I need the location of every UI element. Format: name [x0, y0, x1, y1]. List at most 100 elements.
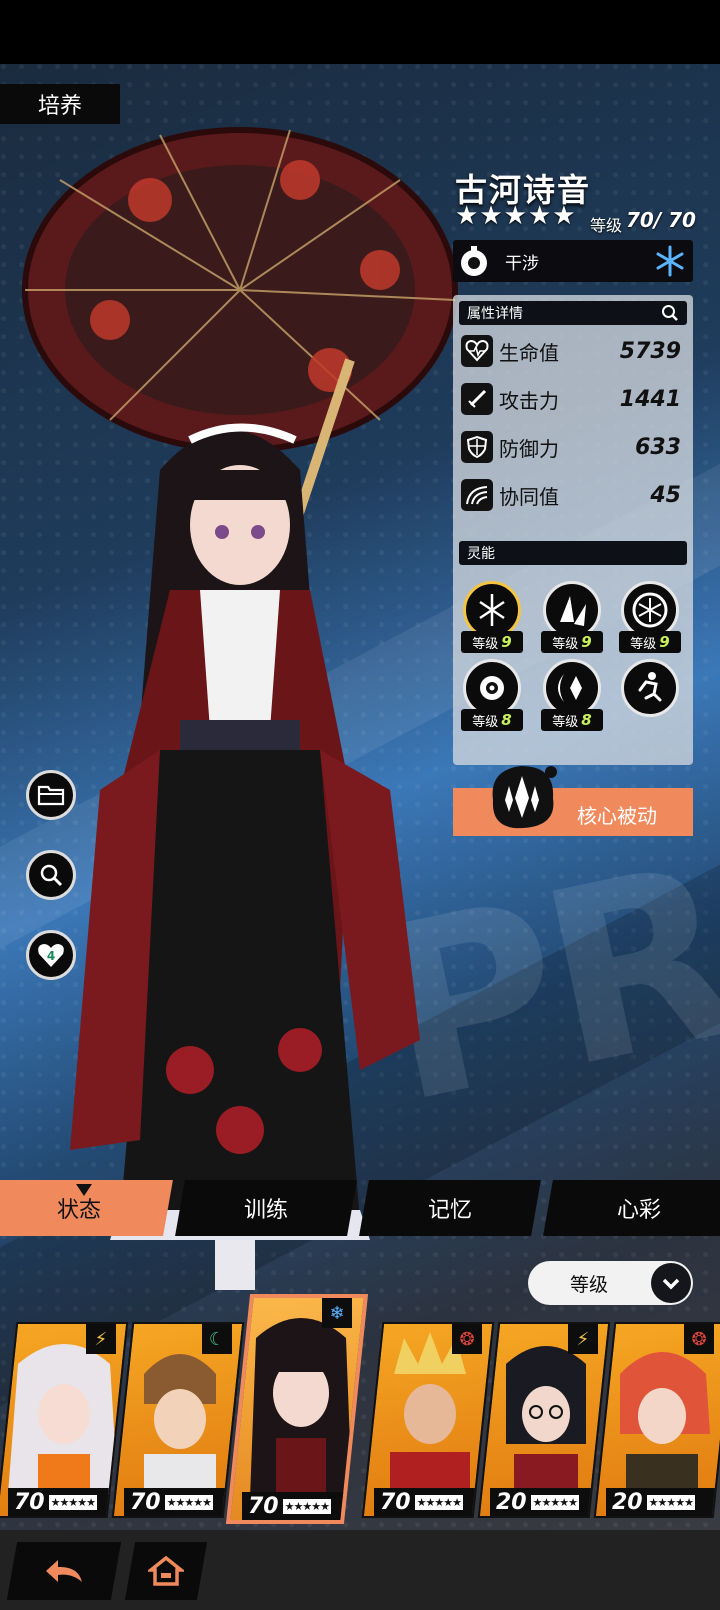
- skill-level-badge: 等级 9: [619, 631, 681, 653]
- folder-icon: [37, 785, 65, 806]
- role-interference-icon: [461, 246, 487, 276]
- psy-skill-2[interactable]: 等级 9: [537, 581, 607, 657]
- card-footer: 70 ★★★★★: [374, 1488, 482, 1516]
- stat-attack: 攻击力 1441: [461, 379, 687, 419]
- stat-value: 5739: [619, 338, 681, 364]
- card-footer: 70 ★★★★★: [8, 1488, 116, 1516]
- stat-label: 攻击力: [499, 388, 559, 413]
- stat-hp: 生命值 5739: [461, 331, 687, 371]
- heart-pulse-icon: [461, 335, 493, 367]
- stat-label: 生命值: [499, 340, 559, 365]
- level-label: 等级: [590, 216, 623, 235]
- core-passive-label: 核心被动: [577, 804, 657, 828]
- folder-button[interactable]: [26, 770, 76, 820]
- roster-card-1[interactable]: ⚡ 70 ★★★★★: [0, 1322, 129, 1518]
- dash-icon: [621, 659, 679, 717]
- psy-skill-4[interactable]: 等级 8: [457, 659, 527, 735]
- card-footer: 20 ★★★★★: [606, 1488, 720, 1516]
- star-icon: ★: [479, 201, 503, 231]
- star-icon: ★: [503, 201, 527, 231]
- element-lightning-icon: ⚡: [568, 1324, 598, 1354]
- attribute-details-header[interactable]: 属性详情: [459, 301, 687, 325]
- bond-button[interactable]: 4: [26, 930, 76, 980]
- tab-bar: 状态 训练 记忆 心彩: [0, 1180, 720, 1238]
- skill-level-badge: 等级 9: [541, 631, 603, 653]
- roster-card-6[interactable]: ❂ 20 ★★★★★: [593, 1322, 720, 1518]
- snowflake-icon: [656, 245, 684, 277]
- psy-skill-5[interactable]: 等级 8: [537, 659, 607, 735]
- card-stars: ★★★★★: [48, 1494, 97, 1510]
- psy-skill-3[interactable]: 等级 9: [615, 581, 685, 657]
- star-icon: ★: [527, 201, 552, 231]
- sword-icon: [461, 383, 493, 415]
- sort-label: 等级: [570, 1273, 609, 1296]
- card-level: 70: [130, 1489, 161, 1515]
- core-passive-button[interactable]: 核心被动: [453, 766, 693, 836]
- status-bar: [0, 0, 720, 64]
- card-footer: 70 ★★★★★: [242, 1492, 352, 1520]
- card-stars: ★★★★★: [646, 1494, 695, 1510]
- attribute-details-label: 属性详情: [467, 306, 523, 322]
- inspect-button[interactable]: [26, 850, 76, 900]
- core-crystal-icon: [492, 766, 557, 829]
- roster-card-3-selected[interactable]: ❄ 70 ★★★★★: [225, 1294, 369, 1524]
- heart-badge-icon: 4: [38, 944, 64, 967]
- back-button[interactable]: [6, 1542, 122, 1600]
- element-fire-icon: ❂: [684, 1324, 714, 1354]
- search-icon[interactable]: [661, 304, 679, 322]
- card-level: 70: [380, 1489, 411, 1515]
- card-stars: ★★★★★: [530, 1494, 579, 1510]
- element-snowflake-icon: ❄: [322, 1298, 352, 1328]
- active-tab-marker: [76, 1184, 92, 1196]
- element-lightning-icon: ⚡: [86, 1324, 116, 1354]
- tab-memory[interactable]: 记忆: [359, 1180, 541, 1236]
- skill-level-badge: 等级 9: [461, 631, 523, 653]
- back-arrow-icon: [46, 1560, 82, 1582]
- stat-label: 防御力: [499, 436, 559, 461]
- stat-defense: 防御力 633: [461, 427, 687, 467]
- tab-heart-color[interactable]: 心彩: [543, 1180, 720, 1236]
- character-portrait: [250, 1318, 352, 1498]
- role-label: 干涉: [505, 253, 539, 274]
- tab-training[interactable]: 训练: [175, 1180, 357, 1236]
- rainbow-icon: [461, 479, 493, 511]
- card-stars: ★★★★★: [414, 1494, 463, 1510]
- stat-label: 协同值: [499, 484, 559, 509]
- role-bar[interactable]: 干涉: [453, 240, 693, 282]
- home-icon: [148, 1555, 184, 1586]
- card-footer: 20 ★★★★★: [490, 1488, 598, 1516]
- roster-card-2[interactable]: ☾ 70 ★★★★★: [111, 1322, 245, 1518]
- search-icon: [40, 864, 63, 887]
- card-stars: ★★★★★: [164, 1494, 213, 1510]
- element-moon-icon: ☾: [202, 1324, 232, 1354]
- shield-icon: [461, 431, 493, 463]
- character-roster: ⚡ 70 ★★★★★ ☾ 70 ★★★★★ ❄ 70 ★★★★★ ❂ 70 ★★★★★ …: [0, 1294, 720, 1524]
- chevron-down-icon: [651, 1263, 691, 1303]
- element-fire-icon: ❂: [452, 1324, 482, 1354]
- roster-card-5[interactable]: ⚡ 20 ★★★★★: [477, 1322, 611, 1518]
- star-icon: ★: [455, 201, 479, 231]
- psy-skill-6[interactable]: [615, 659, 685, 735]
- skill-level-badge: 等级 8: [461, 709, 523, 731]
- stat-synergy: 协同值 45: [461, 475, 687, 515]
- card-footer: 70 ★★★★★: [124, 1488, 232, 1516]
- card-level: 20: [612, 1489, 643, 1515]
- home-button[interactable]: [124, 1542, 208, 1600]
- card-level: 20: [496, 1489, 527, 1515]
- star-icon: ★: [552, 201, 576, 231]
- level-value: 70/ 70: [626, 208, 696, 232]
- attribute-panel: 属性详情 生命值 5739 攻击力 1441 防御力 633 协同值 45 灵能: [453, 295, 693, 765]
- skill-level-badge: 等级 8: [541, 709, 603, 731]
- card-level: 70: [248, 1493, 279, 1519]
- card-level: 70: [14, 1489, 45, 1515]
- psy-skill-1[interactable]: 等级 9: [457, 581, 527, 657]
- psy-header: 灵能: [459, 541, 687, 565]
- roster-card-4[interactable]: ❂ 70 ★★★★★: [361, 1322, 495, 1518]
- stat-value: 633: [635, 434, 681, 460]
- sort-dropdown[interactable]: 等级: [528, 1261, 693, 1305]
- character-illustration: [22, 127, 458, 1290]
- stat-value: 1441: [619, 386, 681, 412]
- svg-text:4: 4: [47, 949, 55, 963]
- card-stars: ★★★★★: [282, 1498, 331, 1514]
- stat-value: 45: [650, 482, 681, 508]
